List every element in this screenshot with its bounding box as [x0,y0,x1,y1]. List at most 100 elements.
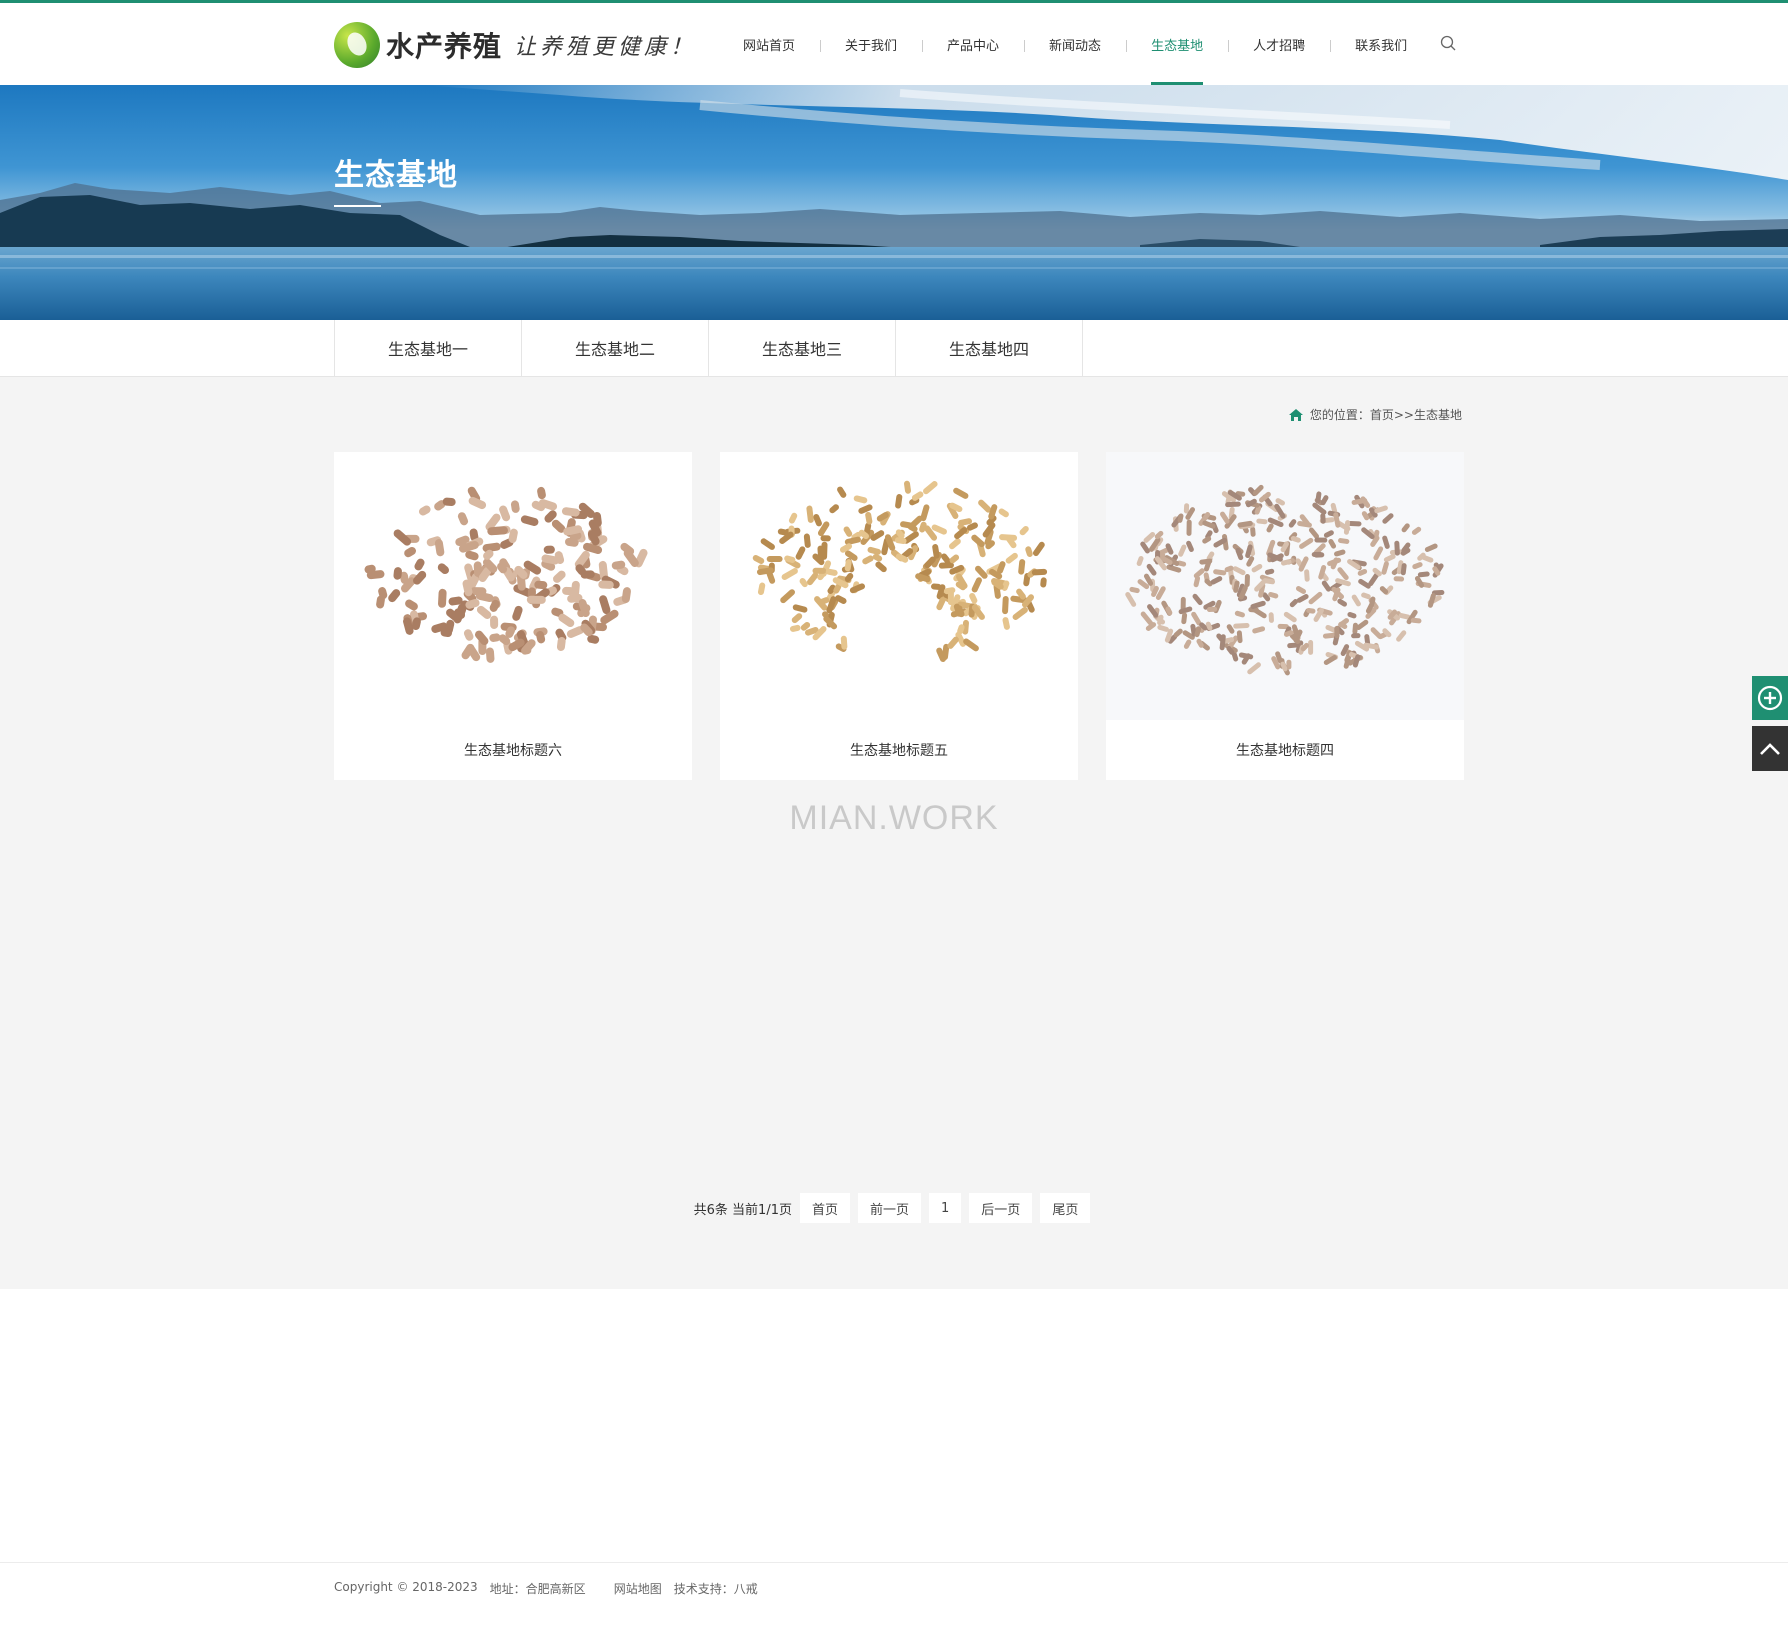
feed-pellet [781,568,798,580]
card-title[interactable]: 生态基地标题五 [720,720,1078,780]
feed-pellet [1370,627,1383,640]
feed-pellet [1308,640,1314,655]
eco-base-card[interactable]: 生态基地标题五 [720,452,1078,780]
feed-pellet [1347,611,1357,619]
pagination-last-button[interactable]: 尾页 [1040,1193,1091,1223]
feed-pellets-image[interactable] [720,452,1078,720]
search-icon[interactable] [1438,33,1460,55]
feed-pellet [1250,526,1256,537]
feed-pellet [1002,596,1009,615]
card-title[interactable]: 生态基地标题六 [334,720,692,780]
feed-pellet [1401,523,1410,533]
pagination-first-button[interactable]: 首页 [799,1193,850,1223]
feed-pellet [1235,547,1244,561]
feed-pellet [1304,569,1310,582]
feed-pellet [1178,544,1187,557]
feed-pellet [825,568,838,576]
feed-pellet [840,635,848,650]
eco-base-card[interactable]: 生态基地标题六 [334,452,692,780]
feed-pellet [510,500,520,513]
feed-pellet [1210,576,1223,585]
feed-pellet [875,561,887,573]
breadcrumb-home-link[interactable]: 首页 [1370,406,1394,423]
breadcrumb-separator: >> [1393,407,1414,422]
main-nav: 网站首页 关于我们 产品中心 新闻动态 生态基地 人才招聘 联系我们 [718,3,1432,85]
float-add-button[interactable] [1752,676,1788,720]
footer-sitemap-link[interactable]: 网站地图 [614,1580,662,1597]
nav-item-news[interactable]: 新闻动态 [1024,3,1126,85]
feed-pellet [1268,612,1274,623]
feed-pellet [900,521,913,529]
card-title[interactable]: 生态基地标题四 [1106,720,1464,780]
pagination-prev-button[interactable]: 前一页 [858,1193,922,1223]
pagination-page-button[interactable]: 1 [929,1193,962,1223]
feed-pellet [512,605,523,621]
feed-pellet [1186,519,1192,536]
nav-item-eco-base[interactable]: 生态基地 [1126,3,1228,85]
feed-pellet [1018,559,1026,575]
feed-pellet [1343,520,1351,535]
content-area: 您的位置： 首页 >> 生态基地 生态基地标题六 生态基地标题五 生态基地标题四… [0,377,1788,1289]
feed-pellet [1414,575,1425,588]
eco-base-grid: 生态基地标题六 生态基地标题五 生态基地标题四 [334,452,1464,780]
feed-pellet [598,580,614,589]
feed-pellet [1334,626,1340,639]
tab-eco-base-2[interactable]: 生态基地二 [522,320,709,376]
footer-support: 技术支持：八戒 [673,1582,758,1596]
feed-pellet [1233,623,1250,629]
site-header: 水产养殖 让养殖更健康！ 网站首页 关于我们 产品中心 新闻动态 生态基地 人才… [0,3,1788,85]
feed-pellet [1266,523,1274,533]
nav-item-home[interactable]: 网站首页 [718,3,820,85]
feed-pellet [803,533,811,548]
feed-pellets-image[interactable] [334,452,692,720]
feed-pellets-image[interactable] [1106,452,1464,720]
feed-pellet [1374,505,1388,514]
feed-pellet [543,545,555,554]
feed-pellet [1412,562,1423,570]
back-to-top-button[interactable] [1752,726,1788,771]
feed-pellet [1373,546,1384,561]
feed-pellet [1244,574,1250,587]
nav-item-products[interactable]: 产品中心 [922,3,1024,85]
feed-pellet [867,546,881,555]
feed-pellet [813,514,822,527]
nav-item-contact[interactable]: 联系我们 [1330,3,1432,85]
feed-pellet [1186,540,1194,553]
feed-pellet [599,595,611,615]
feed-pellet [1129,586,1140,594]
feed-pellet [1382,535,1390,549]
feed-pellet [1323,530,1334,538]
nav-item-careers[interactable]: 人才招聘 [1228,3,1330,85]
feed-pellet [1328,539,1337,549]
feed-pellet [1352,622,1358,635]
pagination-next-button[interactable]: 后一页 [969,1193,1033,1223]
feed-pellet [1019,525,1029,536]
nav-item-about[interactable]: 关于我们 [820,3,922,85]
logo-mark-icon [334,22,380,68]
feed-pellet [485,647,495,663]
tab-eco-base-1[interactable]: 生态基地一 [335,320,522,376]
feed-pellet [1381,561,1389,575]
tab-eco-base-4[interactable]: 生态基地四 [896,320,1083,376]
site-logo[interactable]: 水产养殖 让养殖更健康！ [334,20,696,70]
feed-pellet [904,480,912,494]
feed-pellet [1383,554,1396,563]
chevron-up-icon [1760,742,1780,755]
feed-pellet [1002,617,1010,630]
feed-pellet [948,538,961,550]
logo-slogan: 让养殖更健康！ [514,35,697,60]
breadcrumb-current-link[interactable]: 生态基地 [1414,406,1462,423]
feed-pellet [1251,563,1263,573]
feed-pellet [457,512,469,526]
tab-eco-base-3[interactable]: 生态基地三 [709,320,896,376]
feed-pellet [487,526,508,536]
feed-pellet [1314,537,1328,543]
eco-base-card[interactable]: 生态基地标题四 [1106,452,1464,780]
feed-pellet [418,505,431,516]
feed-pellet [1288,519,1297,528]
banner-landscape-image [0,85,1788,320]
feed-pellet [920,504,930,522]
feed-pellet [1181,612,1188,625]
feed-pellet [1234,610,1245,618]
feed-pellet [1382,513,1394,524]
